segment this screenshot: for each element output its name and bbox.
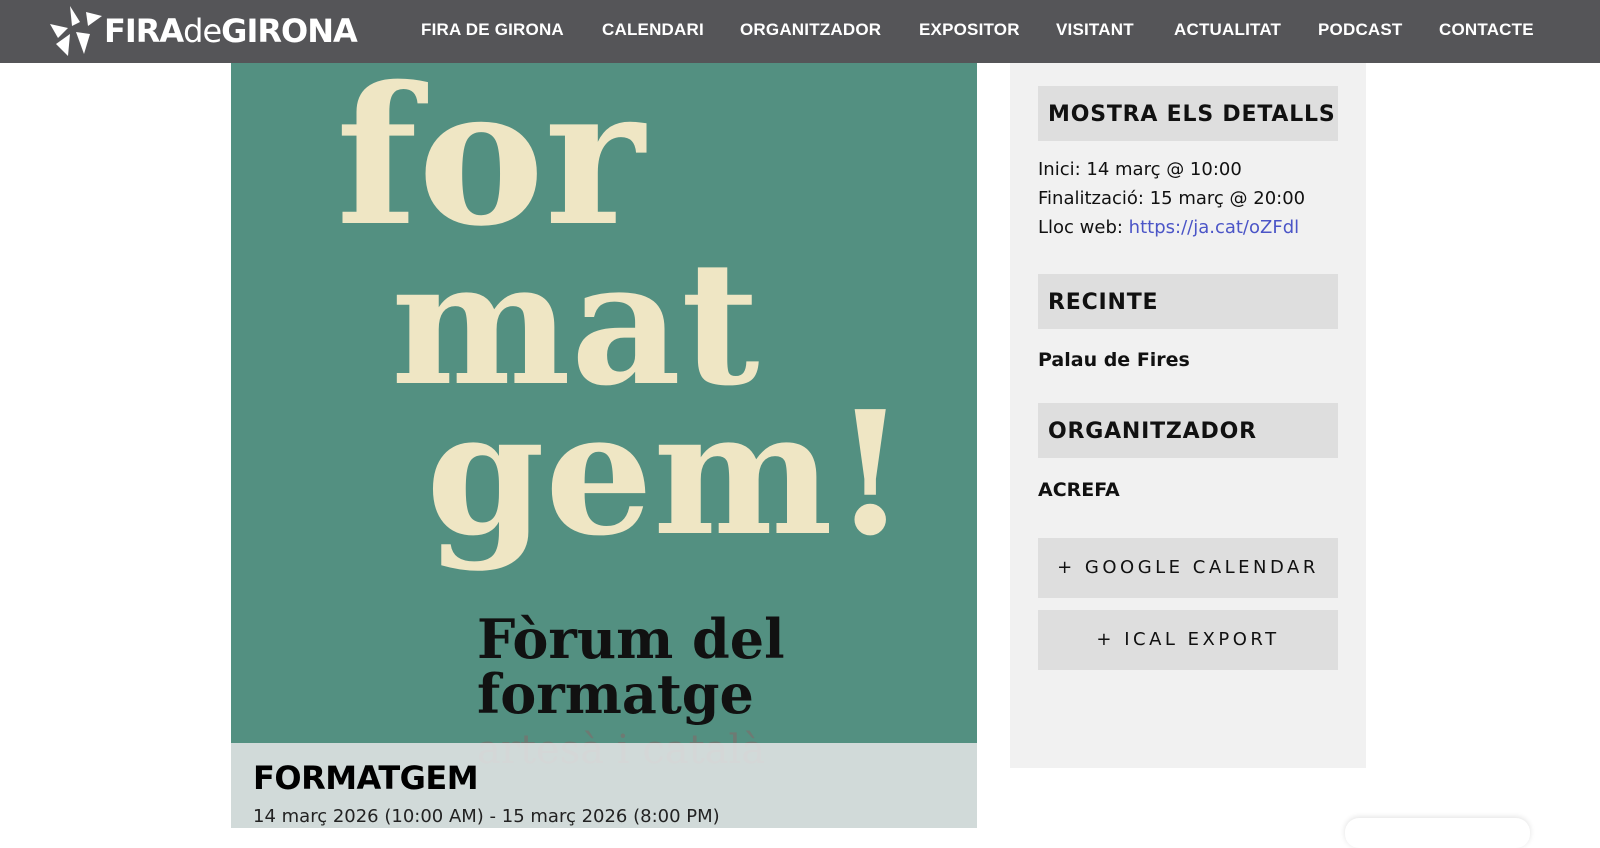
end-time: Finalització: 15 març @ 20:00 xyxy=(1038,188,1306,209)
start-time: Inici: 14 març @ 10:00 xyxy=(1038,159,1242,180)
floating-widget-edge[interactable] xyxy=(1345,818,1530,848)
event-title: FORMATGEM xyxy=(253,759,479,797)
event-details-sidebar: MOSTRA ELS DETALLS Inici: 14 març @ 10:0… xyxy=(1010,63,1366,768)
nav-visitant[interactable]: VISITANT xyxy=(1056,20,1134,40)
poster-artwork: for mat gem! Fòrum del formatge artesà i… xyxy=(336,63,908,773)
website-row: Lloc web: https://ja.cat/oZFdl xyxy=(1038,217,1299,238)
main-nav: FIRA DE GIRONA CALENDARI ORGANITZADOR EX… xyxy=(0,0,1600,63)
site-header: FIRAdeGIRONA FIRA DE GIRONA CALENDARI OR… xyxy=(0,0,1600,63)
poster-subtitle-line-2: formatge xyxy=(477,662,754,726)
venue-heading: RECINTE xyxy=(1038,274,1338,329)
details-heading: MOSTRA ELS DETALLS xyxy=(1038,86,1338,141)
nav-calendari[interactable]: CALENDARI xyxy=(602,20,704,40)
nav-organitzador[interactable]: ORGANITZADOR xyxy=(740,20,881,40)
google-calendar-button[interactable]: + GOOGLE CALENDAR xyxy=(1038,538,1338,598)
venue-name[interactable]: Palau de Fires xyxy=(1038,349,1190,371)
event-dates: 14 març 2026 (10:00 AM) - 15 març 2026 (… xyxy=(253,806,720,827)
organizer-name[interactable]: ACREFA xyxy=(1038,479,1120,501)
ical-export-button[interactable]: + ICAL EXPORT xyxy=(1038,610,1338,670)
nav-fira-de-girona[interactable]: FIRA DE GIRONA xyxy=(421,20,564,40)
website-link[interactable]: https://ja.cat/oZFdl xyxy=(1129,217,1299,238)
event-caption: FORMATGEM 14 març 2026 (10:00 AM) - 15 m… xyxy=(231,743,977,828)
nav-podcast[interactable]: PODCAST xyxy=(1318,20,1403,40)
organizer-heading: ORGANITZADOR xyxy=(1038,403,1338,458)
nav-contacte[interactable]: CONTACTE xyxy=(1439,20,1534,40)
nav-actualitat[interactable]: ACTUALITAT xyxy=(1174,20,1281,40)
event-poster-image: for mat gem! Fòrum del formatge artesà i… xyxy=(231,63,977,828)
poster-word-gem: gem! xyxy=(426,374,908,574)
nav-expositor[interactable]: EXPOSITOR xyxy=(919,20,1020,40)
website-label: Lloc web: xyxy=(1038,217,1129,238)
